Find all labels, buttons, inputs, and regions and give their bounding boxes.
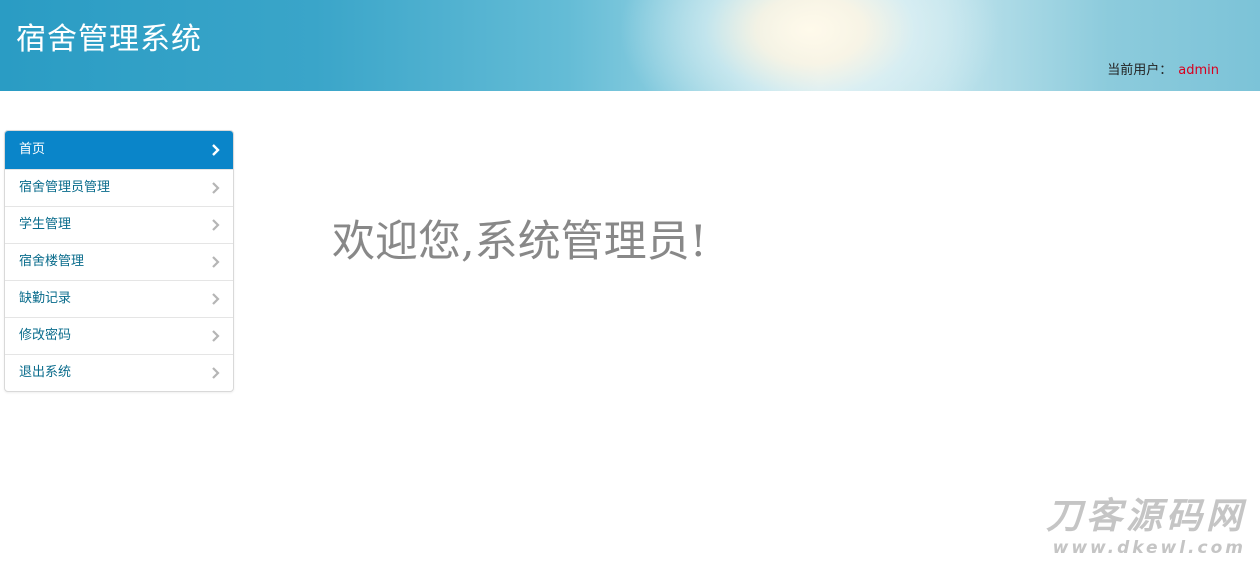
sidebar-item-label: 修改密码: [19, 328, 72, 343]
watermark-text: 刀客源码网: [1045, 496, 1246, 537]
sidebar-item-logout[interactable]: 退出系统: [5, 354, 233, 391]
chevron-right-icon: [212, 293, 220, 305]
app-title: 宿舍管理系统: [16, 22, 202, 57]
sidebar-item-dorm-admin-management[interactable]: 宿舍管理员管理: [5, 169, 233, 206]
welcome-message: 欢迎您,系统管理员!: [332, 217, 707, 267]
watermark-url: www.dkewl.com: [1052, 538, 1246, 558]
sidebar-item-absence-records[interactable]: 缺勤记录: [5, 280, 233, 317]
watermark: 刀客源码网 www.dkewl.com: [1046, 497, 1246, 559]
sidebar-item-label: 首页: [19, 142, 46, 157]
sidebar-item-label: 退出系统: [19, 365, 72, 380]
sidebar-item-label: 缺勤记录: [19, 291, 72, 306]
sidebar-item-change-password[interactable]: 修改密码: [5, 317, 233, 354]
current-user-name: admin: [1178, 63, 1219, 78]
sidebar-item-label: 宿舍管理员管理: [19, 180, 111, 195]
current-user-info: 当前用户： admin: [1107, 62, 1219, 80]
sidebar-item-student-management[interactable]: 学生管理: [5, 206, 233, 243]
sidebar-item-label: 宿舍楼管理: [19, 254, 85, 269]
sidebar-nav: 首页 宿舍管理员管理 学生管理 宿舍楼管理 缺勤记录 修改密码 退出系统: [4, 130, 234, 392]
sidebar-item-building-management[interactable]: 宿舍楼管理: [5, 243, 233, 280]
chevron-right-icon: [212, 219, 220, 231]
chevron-right-icon: [212, 182, 220, 194]
sidebar-item-label: 学生管理: [19, 217, 72, 232]
chevron-right-icon: [212, 330, 220, 342]
chevron-right-icon: [212, 256, 220, 268]
header-banner: 宿舍管理系统 当前用户： admin: [0, 0, 1260, 91]
chevron-right-icon: [212, 367, 220, 379]
chevron-right-icon: [212, 144, 220, 156]
current-user-label: 当前用户：: [1107, 63, 1173, 78]
sidebar-item-home[interactable]: 首页: [5, 131, 233, 169]
